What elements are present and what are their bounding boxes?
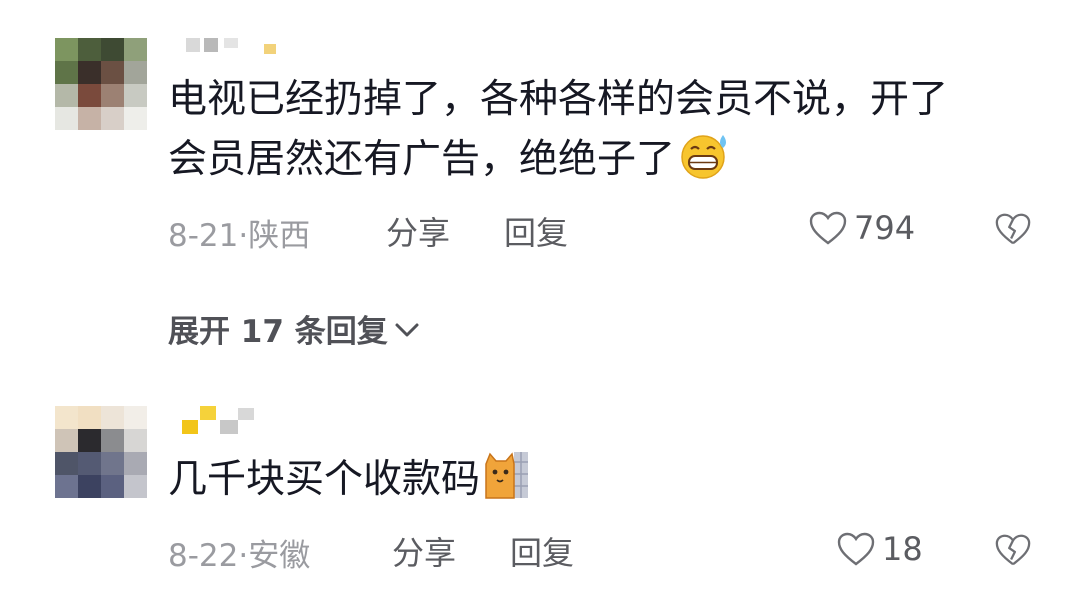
- dislike-button[interactable]: [994, 532, 1032, 572]
- like-button[interactable]: 18: [836, 530, 923, 568]
- comment-date: 8-21: [168, 218, 239, 254]
- expand-replies-label: 展开 17 条回复: [168, 314, 388, 350]
- comment-meta: 8-21·陕西: [168, 210, 310, 255]
- comment-location: 安徽: [248, 538, 311, 574]
- comment-text: 几千块买个收款码: [168, 450, 1028, 518]
- comment-location: 陕西: [248, 218, 311, 254]
- like-button[interactable]: 794: [808, 209, 915, 247]
- dislike-button[interactable]: [994, 211, 1032, 251]
- comment-text-span: 几千块买个收款码: [168, 457, 481, 502]
- share-button[interactable]: 分享: [392, 528, 456, 574]
- heart-icon: [837, 532, 875, 566]
- like-count: 794: [854, 209, 916, 247]
- chevron-down-icon: [395, 323, 419, 336]
- heart-icon: [809, 211, 847, 245]
- username-pixelated[interactable]: [178, 406, 288, 434]
- comment-date: 8-22: [168, 538, 239, 574]
- cat-peeking-wall-emoji-icon: [484, 450, 530, 518]
- comment-text-span: 会员居然还有广告，绝绝子了: [168, 137, 676, 182]
- meta-separator: ·: [238, 218, 249, 254]
- grinning-sweat-emoji-icon: [679, 132, 731, 198]
- reply-button[interactable]: 回复: [510, 528, 574, 574]
- expand-replies-button[interactable]: 展开 17 条回复: [168, 306, 422, 351]
- broken-heart-icon: [995, 213, 1031, 245]
- comment-text-line: 电视已经扔掉了，各种各样的会员不说，开了: [168, 77, 949, 122]
- username-pixelated[interactable]: [178, 38, 288, 64]
- avatar[interactable]: [55, 38, 147, 130]
- reply-button[interactable]: 回复: [504, 208, 568, 254]
- share-button[interactable]: 分享: [386, 208, 450, 254]
- comment-meta: 8-22·安徽: [168, 530, 310, 575]
- comment-text-line: 会员居然还有广告，绝绝子了: [168, 130, 1028, 198]
- avatar[interactable]: [55, 406, 147, 498]
- like-count: 18: [882, 530, 923, 568]
- comment-text: 电视已经扔掉了，各种各样的会员不说，开了 会员居然还有广告，绝绝子了: [168, 70, 1028, 198]
- meta-separator: ·: [238, 538, 249, 574]
- broken-heart-icon: [995, 534, 1031, 566]
